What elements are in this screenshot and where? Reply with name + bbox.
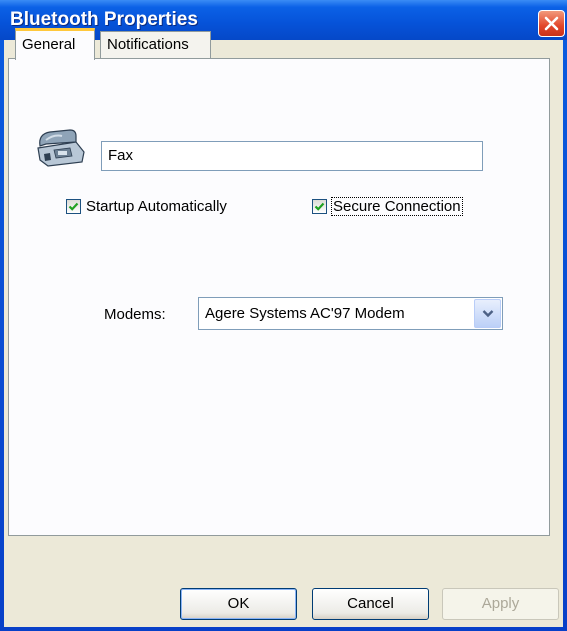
ok-button[interactable]: OK [180, 588, 297, 620]
checkmark-icon [68, 202, 79, 211]
dropdown-button[interactable] [474, 299, 501, 328]
apply-button[interactable]: Apply [442, 588, 559, 620]
secure-checkbox-box[interactable] [312, 199, 327, 214]
startup-automatically-checkbox[interactable]: Startup Automatically [66, 198, 227, 215]
cancel-button[interactable]: Cancel [312, 588, 429, 620]
device-name-input[interactable]: Fax [101, 141, 483, 171]
chevron-down-icon [482, 310, 494, 318]
close-button[interactable] [538, 10, 565, 37]
tab-notifications[interactable]: Notifications [100, 31, 211, 59]
close-icon [544, 16, 559, 31]
startup-checkbox-box[interactable] [66, 199, 81, 214]
startup-checkbox-label: Startup Automatically [86, 198, 227, 215]
secure-connection-checkbox[interactable]: Secure Connection [312, 197, 463, 216]
modems-label: Modems: [104, 306, 166, 323]
dialog-window: Bluetooth Properties Notifications Gener… [0, 0, 567, 631]
tab-notifications-label: Notifications [107, 36, 189, 53]
modems-dropdown[interactable]: Agere Systems AC'97 Modem [198, 297, 503, 330]
device-name-value: Fax [108, 147, 134, 164]
fax-machine-icon [37, 129, 85, 167]
modems-selected-value: Agere Systems AC'97 Modem [205, 305, 405, 322]
tab-general-label: General [22, 36, 76, 53]
tab-general[interactable]: General [15, 28, 95, 60]
checkmark-icon [314, 202, 325, 211]
secure-checkbox-label: Secure Connection [331, 197, 463, 216]
